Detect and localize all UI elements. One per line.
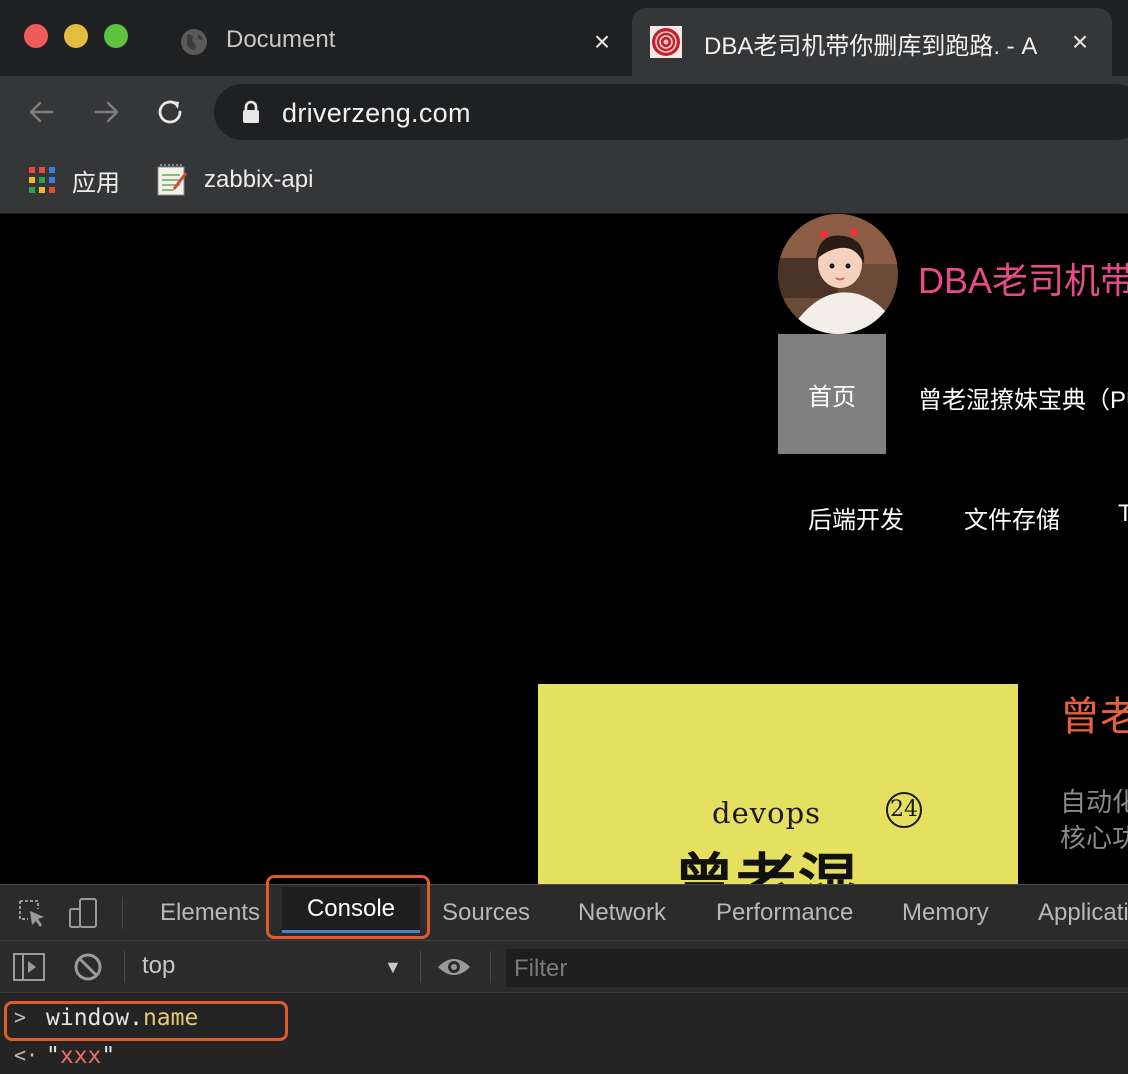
toolbar-divider (122, 897, 123, 929)
clear-console-icon[interactable] (72, 951, 104, 983)
cover-number: 24 (886, 792, 922, 828)
tab-strip: Document × DBA老司机带你删库到跑路. - A × (0, 0, 1128, 76)
post-cover-image[interactable]: devops 24 曾老湿 (538, 684, 1018, 884)
cover-title-en: devops (712, 796, 822, 830)
nav-item[interactable]: 曾老湿撩妹宝典（PU (918, 380, 1128, 415)
nav-home[interactable]: 首页 (778, 334, 886, 454)
browser-toolbar: driverzeng.com (0, 76, 1128, 148)
devtools-tab-bar: Elements Console Sources Network Perform… (0, 875, 1128, 941)
devtools-panel: Elements Console Sources Network Perform… (0, 875, 1128, 1074)
tab-memory[interactable]: Memory (902, 899, 989, 927)
command-highlight (4, 1001, 288, 1041)
back-arrow-icon[interactable] (22, 92, 62, 132)
nav-item[interactable]: 文件存储 (964, 500, 1060, 535)
dropdown-arrow-icon[interactable]: ▼ (384, 957, 402, 978)
page-viewport: DBA老司机带 首页 曾老湿撩妹宝典（PU 后端开发 文件存储 T devops… (0, 214, 1128, 884)
cover-title-cn: 曾老湿 (674, 848, 860, 884)
window-maximize-button[interactable] (104, 24, 128, 48)
bookmark-apps[interactable]: 应用 (28, 160, 120, 200)
tab-driverzeng[interactable]: DBA老司机带你删库到跑路. - A × (632, 8, 1112, 76)
device-toolbar-icon[interactable] (68, 897, 100, 929)
tab-network[interactable]: Network (578, 899, 666, 927)
console-input-line[interactable]: > window.name (0, 1001, 1128, 1041)
console-output: > window.name <· "xxx" (0, 993, 1128, 1074)
rose-icon (650, 26, 682, 58)
nav-item[interactable]: 后端开发 (808, 500, 904, 535)
eye-icon[interactable] (436, 953, 472, 981)
tab-performance[interactable]: Performance (716, 899, 853, 927)
site-title[interactable]: DBA老司机带 (918, 252, 1128, 304)
url-text[interactable]: driverzeng.com (282, 98, 471, 129)
reload-icon[interactable] (150, 92, 190, 132)
globe-icon (181, 29, 207, 55)
window-minimize-button[interactable] (64, 24, 88, 48)
notepad-icon (157, 164, 188, 196)
apps-grid-icon (29, 167, 55, 193)
lock-icon[interactable] (240, 100, 262, 124)
browser-window: Document × DBA老司机带你删库到跑路. - A × driverze… (0, 0, 1128, 1074)
console-result: "xxx" (46, 1043, 116, 1069)
close-icon[interactable]: × (1066, 28, 1094, 56)
toolbar-divider (420, 951, 421, 983)
tab-title: Document (226, 26, 336, 53)
console-result-line: <· "xxx" (0, 1039, 1128, 1074)
filter-input[interactable]: Filter (506, 949, 1128, 987)
excerpt-line: 核心功 (1060, 823, 1128, 853)
tab-title: DBA老司机带你删库到跑路. - A (704, 33, 1038, 60)
toolbar-divider (124, 951, 125, 983)
result-arrow-icon: <· (14, 1043, 39, 1067)
sidebar-toggle-icon[interactable] (12, 951, 46, 983)
console-tab-highlight (266, 875, 430, 939)
post-title[interactable]: 曾老 (1060, 684, 1128, 742)
tab-sources[interactable]: Sources (442, 899, 530, 927)
bookmark-label: zabbix-api (204, 166, 314, 193)
result-string: xxx (59, 1043, 102, 1069)
close-icon[interactable]: × (588, 28, 616, 56)
nav-item[interactable]: T (1118, 500, 1128, 528)
bookmarks-bar: 应用 zabbix-api (0, 148, 1128, 214)
tab-elements[interactable]: Elements (160, 899, 260, 927)
filter-placeholder: Filter (514, 955, 568, 982)
excerpt-line: 自动化 (1060, 787, 1128, 817)
bookmark-label: 应用 (72, 169, 120, 197)
context-selector[interactable]: top (142, 952, 175, 980)
bookmark-zabbix-api[interactable]: zabbix-api (156, 160, 313, 200)
console-toolbar: top ▼ Filter (0, 941, 1128, 993)
avatar[interactable] (778, 214, 898, 334)
tab-document[interactable]: Document × (160, 8, 630, 76)
window-close-button[interactable] (24, 24, 48, 48)
post-excerpt: 自动化 核心功 (1060, 784, 1128, 856)
address-bar[interactable]: driverzeng.com (214, 84, 1128, 140)
toolbar-divider (490, 951, 491, 983)
inspect-element-icon[interactable] (16, 897, 48, 929)
forward-arrow-icon[interactable] (86, 92, 126, 132)
tab-application[interactable]: Applicati (1038, 899, 1128, 927)
